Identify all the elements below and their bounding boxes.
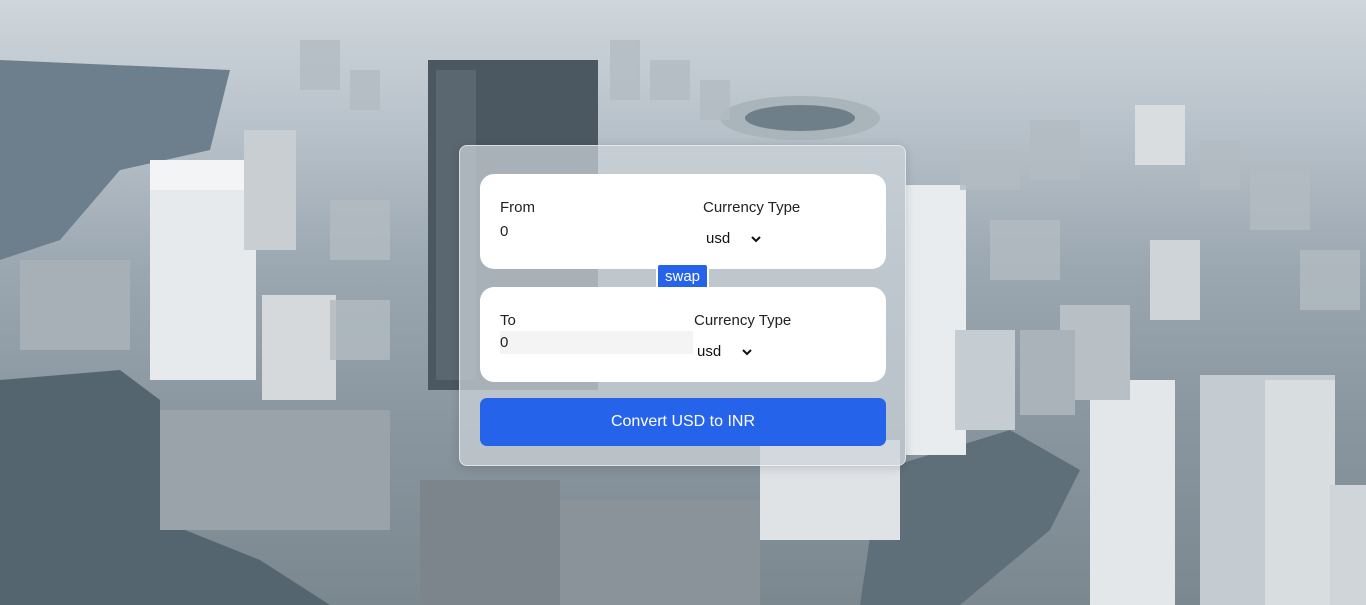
chevron-down-icon [751,235,761,242]
from-currency-type-label: Currency Type [703,199,801,216]
from-currency-selected: usd [706,230,731,247]
from-card: From 0 Currency Type usd [480,174,886,269]
from-label: From [500,199,535,216]
to-currency-selected: usd [697,343,722,360]
from-currency-select[interactable]: usd [706,230,762,247]
to-card: To 0 Currency Type usd [480,287,886,382]
to-label: To [500,312,516,329]
to-currency-select[interactable]: usd [697,343,753,360]
from-amount-input[interactable]: 0 [500,223,508,240]
chevron-down-icon [742,348,752,355]
to-amount-input[interactable]: 0 [500,331,693,354]
convert-button[interactable]: Convert USD to INR [480,398,886,446]
to-currency-type-label: Currency Type [694,312,792,329]
